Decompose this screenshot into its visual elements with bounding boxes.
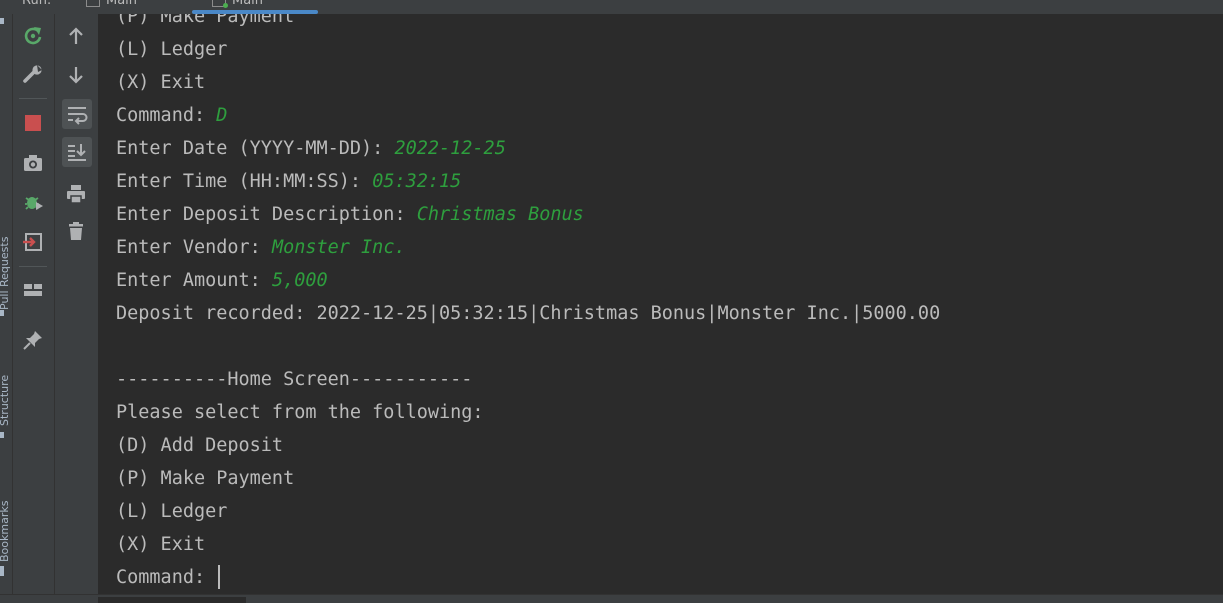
console-line: Enter Date (YYYY-MM-DD): 2022-12-25 [116,132,506,165]
structure-tool-tab[interactable]: Structure [0,350,11,426]
soft-wrap-button[interactable] [62,99,92,129]
console-user-input: D [216,105,228,126]
rerun-button[interactable] [19,22,47,50]
print-button[interactable] [62,180,90,208]
console-text: (X) Exit [116,534,206,555]
next-occurrence-button[interactable] [62,61,90,89]
run-tab-bar: Run: Main Main [0,0,1223,15]
console-text: (X) Exit [116,72,206,93]
wrench-icon [23,65,42,83]
console-tab-icon [86,0,100,7]
dump-threads-button[interactable] [19,149,47,177]
pull-requests-tool-tab[interactable]: Pull Requests [0,200,11,310]
exit-icon [23,233,42,251]
camera-icon [24,155,42,171]
tool-window-strip: Pull Requests Structure Bookmarks [0,14,13,602]
run-label: Run: [22,0,51,11]
rerun-icon [24,27,42,45]
console-user-input: 2022-12-25 [394,138,506,159]
console-text: Enter Amount: [116,270,272,291]
console-user-input: 5,000 [271,270,328,291]
console-text: ----------Home Screen----------- [116,369,473,390]
console-tab-icon [212,0,228,8]
console-text: (P) Make Payment [116,14,295,27]
console-user-input: 05:32:15 [372,171,462,192]
console-line: (P) Make Payment [116,462,294,495]
console-line: Deposit recorded: 2022-12-25|05:32:15|Ch… [116,297,940,330]
text-cursor [218,565,221,589]
console-input-line[interactable]: Command: [116,561,221,594]
console-text: (L) Ledger [116,39,228,60]
console-user-input: Monster Inc. [271,237,406,258]
running-indicator-icon [223,2,228,8]
down-arrow-icon [69,67,83,84]
run-toolbar [13,14,55,602]
soft-wrap-icon [68,107,88,125]
clear-all-button[interactable] [62,217,90,245]
console-toolbar [55,14,99,602]
strip-mark [0,566,4,576]
trash-icon [69,222,83,240]
strip-mark [0,310,4,316]
console-user-input: Christmas Bonus [416,204,584,225]
modify-run-configuration-button[interactable] [19,60,47,88]
console-text: Please select from the following: [116,402,484,423]
tab-main-1-label: Main [106,0,138,8]
console-line: Enter Vendor: Monster Inc. [116,231,406,264]
strip-mark [0,18,4,24]
console-text: Command: [116,105,217,126]
console-line: Enter Time (HH:MM:SS): 05:32:15 [116,165,461,198]
exit-button[interactable] [19,228,47,256]
pin-tab-button[interactable] [19,326,47,354]
console-line: (L) Ledger [116,33,227,66]
tab-main-1[interactable]: Main [86,0,137,11]
console-line: (L) Ledger [116,495,227,528]
scroll-to-end-icon [68,144,86,161]
layout-icon [24,284,42,296]
scroll-to-end-button[interactable] [62,137,92,167]
debug-icon [25,197,43,210]
run-label-text: Run: [22,0,52,8]
console-line: ----------Home Screen----------- [116,363,472,396]
console-text: Enter Time (HH:MM:SS): [116,171,373,192]
bookmarks-tool-tab[interactable]: Bookmarks [0,472,11,562]
console-text: Enter Date (YYYY-MM-DD): [116,138,395,159]
console-text: Deposit recorded: 2022-12-25|05:32:15|Ch… [116,303,941,324]
console-text: (D) Add Deposit [116,435,284,456]
previous-occurrence-button[interactable] [62,22,90,50]
toolbar-separator [19,98,47,99]
stop-button[interactable] [19,109,47,137]
debug-button[interactable] [19,188,47,216]
layout-button[interactable] [19,276,47,304]
console-line: Enter Deposit Description: Christmas Bon… [116,198,584,231]
console-text: Enter Deposit Description: [116,204,417,225]
strip-mark [0,432,4,438]
scrollbar-thumb[interactable] [98,597,246,603]
console-text: (L) Ledger [116,501,228,522]
tab-main-2-label: Main [232,0,264,8]
console-line: (X) Exit [116,528,205,561]
console-line: (P) Make Payment [116,14,294,33]
print-icon [67,185,85,204]
console-line: Please select from the following: [116,396,484,429]
console-line: (D) Add Deposit [116,429,283,462]
console-line: Enter Amount: 5,000 [116,264,328,297]
console-prompt: Command: [116,567,217,588]
stop-icon [25,115,41,131]
toolbar-separator [19,266,47,267]
console-line: Command: D [116,99,227,132]
console-text: Enter Vendor: [116,237,272,258]
console-output[interactable]: (P) Make Payment (L) Ledger (X) Exit Com… [99,14,1223,594]
console-text: (P) Make Payment [116,468,295,489]
up-arrow-icon [69,27,83,44]
console-line: (X) Exit [116,66,205,99]
pin-icon [23,331,42,350]
